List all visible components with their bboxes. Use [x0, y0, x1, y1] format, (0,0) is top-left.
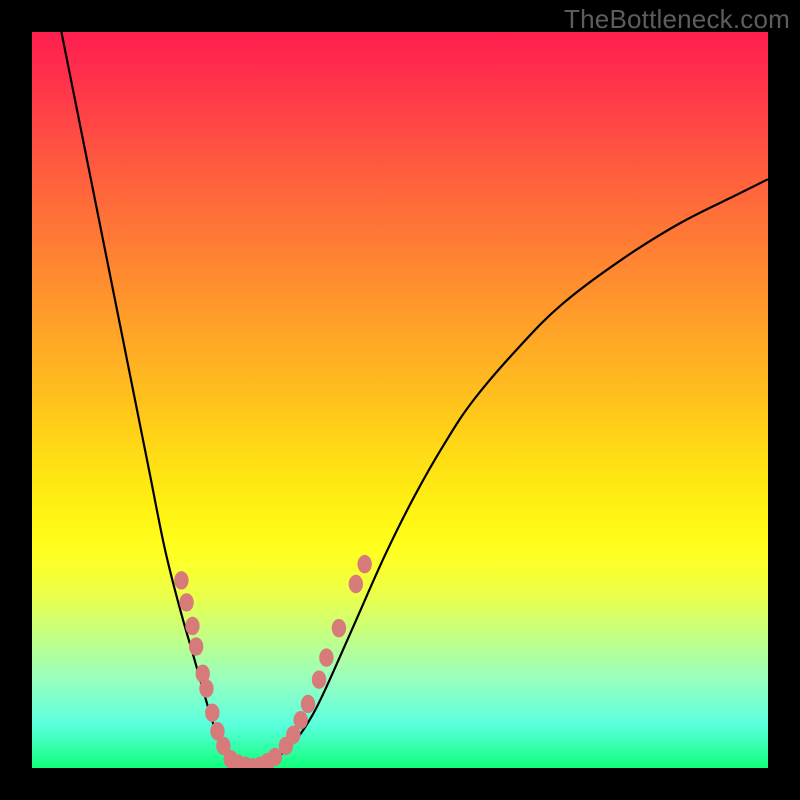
chart-frame: TheBottleneck.com [0, 0, 800, 800]
plot-gradient-background [32, 32, 768, 768]
watermark-text: TheBottleneck.com [564, 4, 790, 35]
